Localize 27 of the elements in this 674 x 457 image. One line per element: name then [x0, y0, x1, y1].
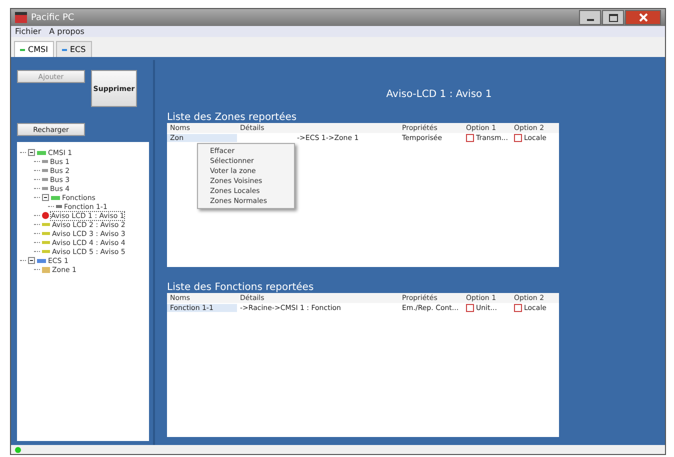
minimize-button[interactable] [579, 10, 601, 25]
checkbox[interactable] [514, 304, 522, 312]
tab[interactable]: ECS [56, 41, 92, 57]
section-title: Liste des Fonctions reportées [167, 282, 315, 293]
checkbox[interactable] [514, 134, 522, 142]
window-title: Pacific PC [31, 12, 74, 22]
zone-icon [42, 266, 50, 272]
alarm-dot-icon [42, 212, 49, 219]
expander-icon[interactable] [28, 149, 35, 156]
close-button[interactable] [625, 10, 661, 25]
page-title: Aviso-LCD 1 : Aviso 1 [385, 89, 493, 100]
tab[interactable]: CMSI [14, 41, 54, 57]
menu-item[interactable]: Fichier [15, 27, 42, 36]
folder-icon [37, 150, 46, 154]
checkbox[interactable] [466, 304, 474, 312]
function-icon [56, 205, 62, 208]
status-dot-icon [15, 446, 21, 452]
checkbox[interactable] [466, 134, 474, 142]
maximize-button[interactable] [602, 10, 624, 25]
menu-item[interactable]: A propos [49, 27, 84, 36]
section-title: Liste des Zones reportées [167, 112, 298, 123]
folder-icon [37, 258, 46, 262]
folder-icon [51, 196, 60, 200]
expander-icon[interactable] [42, 194, 49, 201]
app-icon [15, 12, 27, 23]
close-icon [638, 13, 648, 22]
expander-icon[interactable] [28, 257, 35, 264]
